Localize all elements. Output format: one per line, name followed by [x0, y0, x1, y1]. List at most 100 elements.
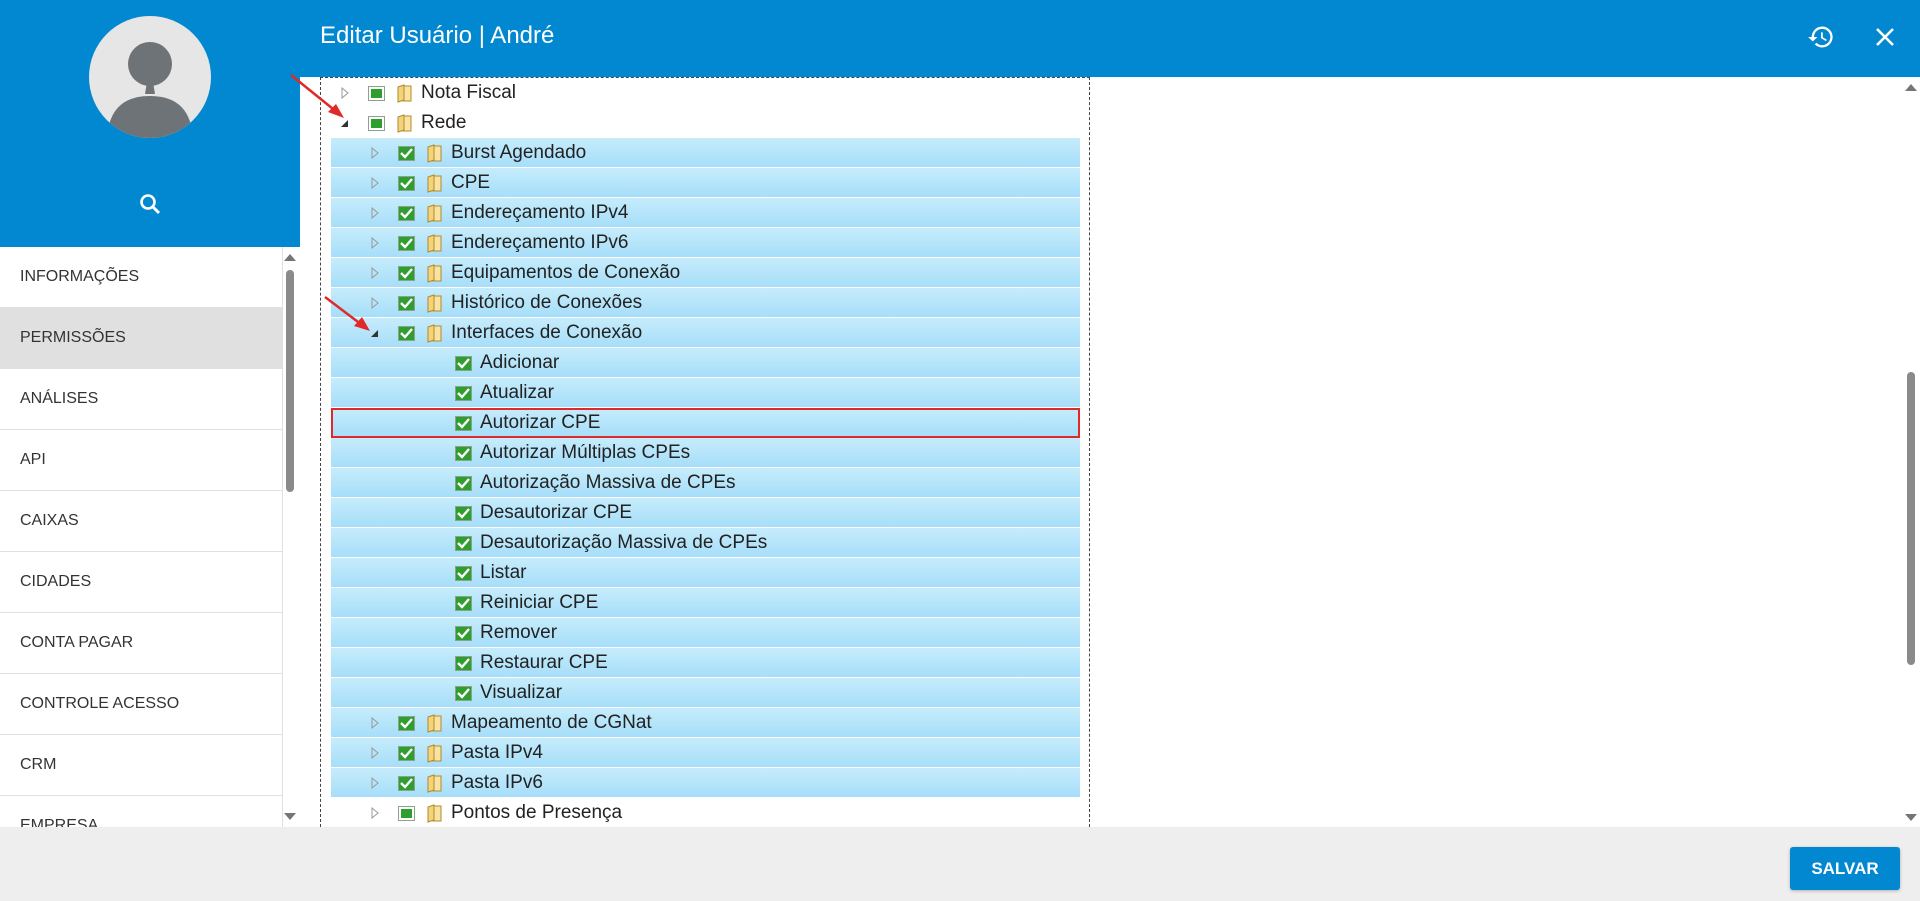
sidebar-item-caixas[interactable]: CAIXAS: [0, 491, 282, 552]
collapsed-triangle-icon[interactable]: [370, 777, 380, 789]
close-button[interactable]: [1868, 20, 1902, 54]
checked-checkbox-icon[interactable]: [398, 325, 415, 341]
tree-item-label: Burst Agendado: [451, 142, 587, 163]
sidebar-item-cidades[interactable]: CIDADES: [0, 552, 282, 613]
checked-checkbox-icon[interactable]: [455, 625, 472, 641]
checked-checkbox-icon[interactable]: [398, 205, 415, 221]
tree-item-label: Pasta IPv6: [451, 772, 543, 793]
save-button[interactable]: SALVAR: [1790, 847, 1900, 890]
tree-item-permission[interactable]: Remover: [331, 618, 1080, 648]
user-avatar-icon: [107, 42, 193, 138]
tree-item-permission[interactable]: Listar: [331, 558, 1080, 588]
checked-checkbox-icon[interactable]: [398, 745, 415, 761]
checked-checkbox-icon[interactable]: [398, 175, 415, 191]
sidebar-item-label: ANÁLISES: [20, 390, 99, 407]
checked-checkbox-icon[interactable]: [455, 475, 472, 491]
annotation-arrow-icon: [324, 296, 370, 331]
checked-checkbox-icon[interactable]: [455, 535, 472, 551]
folder-icon: [425, 173, 445, 193]
tree-item-folder[interactable]: CPE: [331, 168, 1080, 198]
sidebar-item-informacoes[interactable]: INFORMAÇÕES: [0, 247, 282, 308]
sidebar-item-api[interactable]: API: [0, 430, 282, 491]
tree-item-label: Adicionar: [480, 352, 560, 373]
sidebar-item-crm[interactable]: CRM: [0, 735, 282, 796]
collapsed-triangle-icon[interactable]: [370, 717, 380, 729]
collapsed-triangle-icon[interactable]: [370, 267, 380, 279]
sidebar-item-label: CAIXAS: [20, 512, 79, 529]
checked-checkbox-icon[interactable]: [455, 595, 472, 611]
history-button[interactable]: [1804, 20, 1838, 54]
tree-item-permission[interactable]: Desautorização Massiva de CPEs: [331, 528, 1080, 558]
scroll-down-arrow-icon[interactable]: [284, 813, 296, 820]
tree-item-label: Rede: [421, 112, 467, 133]
tree-item-nota-fiscal[interactable]: Nota Fiscal: [321, 78, 1081, 108]
tree-item-label: Pontos de Presença: [451, 802, 623, 823]
scroll-down-arrow-icon[interactable]: [1905, 814, 1917, 821]
checked-checkbox-icon[interactable]: [455, 415, 472, 431]
scroll-up-arrow-icon[interactable]: [1905, 84, 1917, 91]
sidebar-item-analises[interactable]: ANÁLISES: [0, 369, 282, 430]
sidebar-item-controle-acesso[interactable]: CONTROLE ACESSO: [0, 674, 282, 735]
tree-item-folder[interactable]: Endereçamento IPv4: [331, 198, 1080, 228]
tree-item-permission[interactable]: Atualizar: [331, 378, 1080, 408]
sidebar-item-empresa[interactable]: EMPRESA: [0, 796, 282, 827]
tree-item-permission[interactable]: Autorização Massiva de CPEs: [331, 468, 1080, 498]
tree-item-label: Interfaces de Conexão: [451, 322, 643, 343]
checked-checkbox-icon[interactable]: [455, 445, 472, 461]
checked-checkbox-icon[interactable]: [455, 685, 472, 701]
folder-icon: [425, 233, 445, 253]
checked-checkbox-icon[interactable]: [398, 715, 415, 731]
checked-checkbox-icon[interactable]: [455, 655, 472, 671]
tree-item-label: Restaurar CPE: [480, 652, 608, 673]
partial-checkbox-icon[interactable]: [368, 115, 385, 131]
tree-item-folder[interactable]: Interfaces de Conexão: [331, 318, 1080, 348]
collapsed-triangle-icon[interactable]: [370, 237, 380, 249]
tree-item-permission[interactable]: Visualizar: [331, 678, 1080, 708]
tree-item-permission[interactable]: Adicionar: [331, 348, 1080, 378]
tree-item-folder[interactable]: Pasta IPv6: [331, 768, 1080, 798]
checked-checkbox-icon[interactable]: [455, 355, 472, 371]
tree-item-label: Autorizar CPE: [480, 412, 601, 433]
tree-item-folder[interactable]: Pontos de Presença: [321, 798, 1081, 828]
checked-checkbox-icon[interactable]: [398, 265, 415, 281]
search-button[interactable]: [134, 188, 166, 220]
tree-item-permission[interactable]: Autorizar Múltiplas CPEs: [331, 438, 1080, 468]
folder-icon: [425, 293, 445, 313]
collapsed-triangle-icon[interactable]: [370, 207, 380, 219]
close-icon: [1876, 28, 1894, 46]
folder-icon: [425, 743, 445, 763]
sidebar-item-conta-pagar[interactable]: CONTA PAGAR: [0, 613, 282, 674]
collapsed-triangle-icon[interactable]: [370, 177, 380, 189]
checked-checkbox-icon[interactable]: [455, 505, 472, 521]
tree-item-permission[interactable]: Reiniciar CPE: [331, 588, 1080, 618]
scroll-up-arrow-icon[interactable]: [284, 254, 296, 261]
tree-item-highlighted[interactable]: Autorizar CPE: [331, 408, 1080, 438]
content-scroll-thumb[interactable]: [1907, 372, 1915, 665]
checked-checkbox-icon[interactable]: [398, 775, 415, 791]
tree-item-folder[interactable]: Endereçamento IPv6: [331, 228, 1080, 258]
checked-checkbox-icon[interactable]: [398, 295, 415, 311]
checked-checkbox-icon[interactable]: [455, 385, 472, 401]
checked-checkbox-icon[interactable]: [455, 565, 472, 581]
partial-checkbox-icon[interactable]: [398, 805, 415, 821]
tree-item-folder[interactable]: Equipamentos de Conexão: [331, 258, 1080, 288]
tree-item-folder[interactable]: Mapeamento de CGNat: [331, 708, 1080, 738]
collapsed-triangle-icon[interactable]: [370, 807, 380, 819]
folder-icon: [425, 803, 445, 823]
checked-checkbox-icon[interactable]: [398, 145, 415, 161]
partial-checkbox-icon[interactable]: [368, 85, 385, 101]
checked-checkbox-icon[interactable]: [398, 235, 415, 251]
tree-item-permission[interactable]: Desautorizar CPE: [331, 498, 1080, 528]
sidebar-scroll-thumb[interactable]: [286, 270, 294, 492]
tree-item-folder[interactable]: Burst Agendado: [331, 138, 1080, 168]
sidebar-item-permissoes[interactable]: PERMISSÕES: [0, 308, 282, 369]
tree-item-label: Autorizar Múltiplas CPEs: [480, 442, 691, 463]
sidebar-item-label: CONTA PAGAR: [20, 634, 134, 651]
sidebar-item-label: CIDADES: [20, 573, 92, 590]
collapsed-triangle-icon[interactable]: [370, 147, 380, 159]
tree-item-rede[interactable]: Rede: [321, 108, 1081, 138]
tree-item-folder[interactable]: Histórico de Conexões: [331, 288, 1080, 318]
tree-item-permission[interactable]: Restaurar CPE: [331, 648, 1080, 678]
tree-item-folder[interactable]: Pasta IPv4: [331, 738, 1080, 768]
collapsed-triangle-icon[interactable]: [370, 747, 380, 759]
